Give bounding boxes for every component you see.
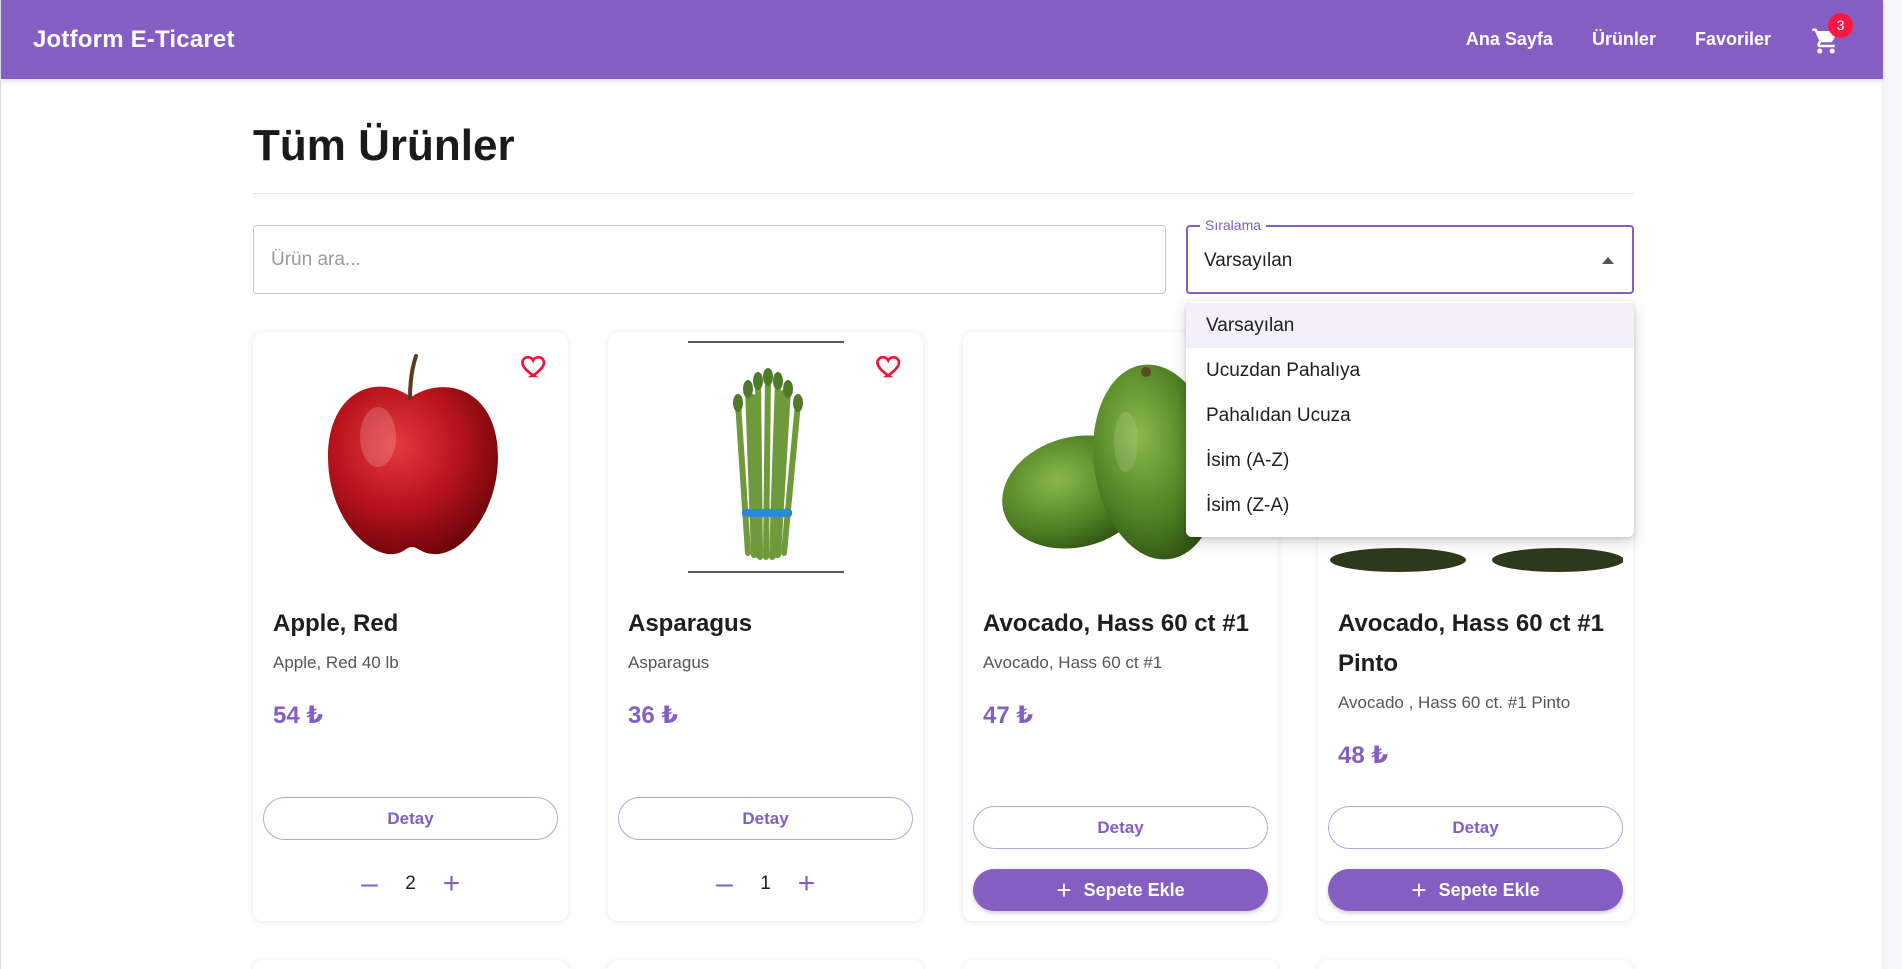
detail-button[interactable]: Detay <box>263 797 558 840</box>
product-card <box>1318 960 1633 969</box>
plus-icon[interactable]: + <box>787 869 827 899</box>
product-description: Avocado, Hass 60 ct #1 <box>983 653 1163 672</box>
quantity-value: 2 <box>405 873 416 894</box>
quantity-value: 1 <box>760 873 771 894</box>
product-card <box>253 960 568 969</box>
minus-icon[interactable]: – <box>705 869 745 899</box>
heart-outline-icon <box>521 355 546 378</box>
nav-favorites[interactable]: Favoriler <box>1695 29 1771 50</box>
plus-icon[interactable]: + <box>432 869 472 899</box>
nav-home[interactable]: Ana Sayfa <box>1466 29 1553 50</box>
plus-icon: + <box>1411 875 1427 905</box>
page: Jotform E-Ticaret Ana Sayfa Ürünler Favo… <box>0 0 1902 969</box>
product-name[interactable]: Avocado, Hass 60 ct #1 Pinto <box>1338 604 1618 684</box>
filter-controls: Sıralama Varsayılan <box>253 217 1634 295</box>
product-price: 36 ₺ <box>628 702 679 729</box>
product-name[interactable]: Avocado, Hass 60 ct #1 <box>983 604 1263 644</box>
page-title: Tüm Ürünler <box>253 121 515 170</box>
favorite-button[interactable] <box>875 352 903 380</box>
detail-button[interactable]: Detay <box>618 797 913 840</box>
brand-title[interactable]: Jotform E-Ticaret <box>33 26 235 54</box>
sort-option-name-desc[interactable]: İsim (Z-A) <box>1186 483 1634 528</box>
nav-products[interactable]: Ürünler <box>1592 29 1656 50</box>
product-description: Avocado , Hass 60 ct. #1 Pinto <box>1338 693 1571 712</box>
title-divider <box>253 193 1634 194</box>
detail-button[interactable]: Detay <box>1328 806 1623 849</box>
sort-option-name-asc[interactable]: İsim (A-Z) <box>1186 438 1634 483</box>
product-card <box>608 960 923 969</box>
sort-dropdown-menu: Varsayılan Ucuzdan Pahalıya Pahalıdan Uc… <box>1186 301 1634 537</box>
sort-option-price-desc[interactable]: Pahalıdan Ucuza <box>1186 393 1634 438</box>
search-input[interactable] <box>253 225 1166 294</box>
app-header: Jotform E-Ticaret Ana Sayfa Ürünler Favo… <box>1 0 1883 79</box>
product-card: Asparagus Asparagus 36 ₺ Detay – 1 + <box>608 332 923 921</box>
detail-button[interactable]: Detay <box>973 806 1268 849</box>
sort-label: Sıralama <box>1200 217 1267 233</box>
product-name[interactable]: Apple, Red <box>273 604 553 644</box>
minus-icon[interactable]: – <box>350 869 390 899</box>
product-price: 47 ₺ <box>983 702 1034 729</box>
product-image[interactable] <box>618 341 913 573</box>
product-price: 54 ₺ <box>273 702 324 729</box>
product-card: Apple, Red Apple, Red 40 lb 54 ₺ Detay –… <box>253 332 568 921</box>
main-nav: Ana Sayfa Ürünler Favoriler 3 <box>1427 12 1853 56</box>
scrollbar-track[interactable] <box>1882 0 1902 969</box>
favorite-button[interactable] <box>520 352 548 380</box>
product-image[interactable] <box>263 342 558 572</box>
main-content: Tüm Ürünler Sıralama Varsayılan <box>253 79 1634 295</box>
add-to-cart-button[interactable]: + Sepete Ekle <box>1328 869 1623 911</box>
add-to-cart-label: Sepete Ekle <box>1438 879 1540 900</box>
apple-image <box>327 354 498 555</box>
plus-icon: + <box>1056 875 1072 905</box>
add-to-cart-label: Sepete Ekle <box>1083 879 1185 900</box>
cart-button[interactable]: 3 <box>1811 12 1853 56</box>
product-name[interactable]: Asparagus <box>628 604 908 644</box>
heart-outline-icon <box>876 355 901 378</box>
product-description: Asparagus <box>628 653 710 672</box>
quantity-stepper: – 2 + <box>253 869 568 899</box>
sort-option-default[interactable]: Varsayılan <box>1186 303 1634 348</box>
product-card <box>963 960 1278 969</box>
asparagus-image <box>687 341 844 573</box>
sort-select[interactable]: Sıralama Varsayılan <box>1186 217 1634 294</box>
cart-count-badge: 3 <box>1828 12 1853 38</box>
sort-value: Varsayılan <box>1204 250 1293 271</box>
caret-up-icon <box>1602 257 1614 264</box>
product-price: 48 ₺ <box>1338 742 1389 769</box>
quantity-stepper: – 1 + <box>608 869 923 899</box>
product-description: Apple, Red 40 lb <box>273 653 399 672</box>
sort-option-price-asc[interactable]: Ucuzdan Pahalıya <box>1186 348 1634 393</box>
add-to-cart-button[interactable]: + Sepete Ekle <box>973 869 1268 911</box>
